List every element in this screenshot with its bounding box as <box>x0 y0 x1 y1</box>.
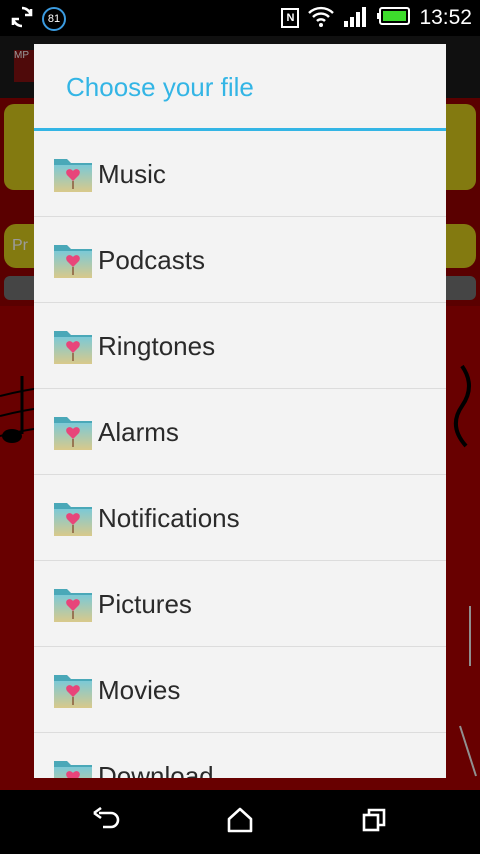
status-time: 13:52 <box>419 6 472 29</box>
sync-icon <box>10 5 34 33</box>
dialog-title: Choose your file <box>66 72 254 102</box>
battery-icon <box>377 6 411 30</box>
recents-icon <box>361 807 387 837</box>
file-item-alarms[interactable]: Alarms <box>34 389 446 475</box>
file-item-label: Movies <box>98 675 181 705</box>
wifi-icon <box>307 4 335 32</box>
folder-icon <box>52 497 94 539</box>
back-button[interactable] <box>86 804 126 840</box>
status-bar-right: N 13:52 <box>281 4 472 32</box>
home-button[interactable] <box>220 804 260 840</box>
file-item-pictures[interactable]: Pictures <box>34 561 446 647</box>
file-item-label: Pictures <box>98 589 192 619</box>
folder-icon <box>52 239 94 281</box>
file-item-download[interactable]: Download <box>34 733 446 778</box>
file-item-podcasts[interactable]: Podcasts <box>34 217 446 303</box>
folder-icon <box>52 153 94 195</box>
file-item-label: Music <box>98 159 166 189</box>
file-item-movies[interactable]: Movies <box>34 647 446 733</box>
back-icon <box>91 806 121 837</box>
file-item-ringtones[interactable]: Ringtones <box>34 303 446 389</box>
folder-icon <box>52 411 94 453</box>
file-item-label: Podcasts <box>98 245 205 275</box>
folder-icon <box>52 755 94 778</box>
file-item-label: Notifications <box>98 503 240 533</box>
signal-icon <box>343 4 369 32</box>
recents-button[interactable] <box>354 804 394 840</box>
status-bar-left: 81 <box>10 5 66 33</box>
file-item-notifications[interactable]: Notifications <box>34 475 446 561</box>
folder-icon <box>52 583 94 625</box>
notification-badge: 81 <box>42 7 66 31</box>
home-icon <box>226 807 254 837</box>
file-item-label: Alarms <box>98 417 179 447</box>
file-item-label: Ringtones <box>98 331 216 361</box>
folder-icon <box>52 325 94 367</box>
navigation-bar <box>0 790 480 854</box>
folder-icon <box>52 669 94 711</box>
status-bar: 81 N 13:52 <box>0 0 480 36</box>
file-item-label: Download <box>98 761 214 778</box>
choose-file-dialog: Choose your file Music Podcasts Ringtone… <box>34 44 446 778</box>
file-item-music[interactable]: Music <box>34 131 446 217</box>
file-list: Music Podcasts Ringtones Alarms Notifica… <box>34 131 446 778</box>
nfc-icon: N <box>281 8 300 28</box>
